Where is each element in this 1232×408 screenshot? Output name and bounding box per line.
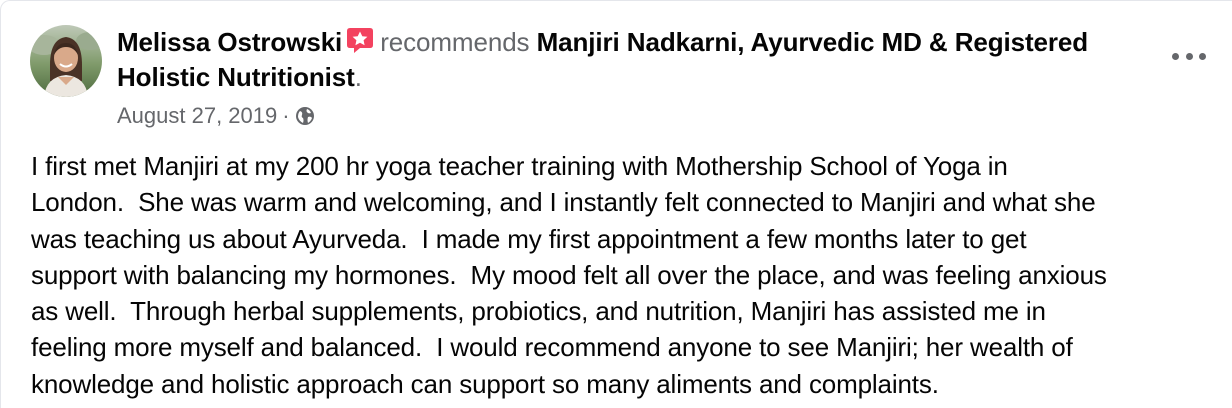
author-avatar[interactable] [30, 25, 102, 97]
action-text: recommends [380, 27, 530, 57]
post-body: I first met Manjiri at my 200 hr yoga te… [31, 151, 1107, 399]
more-dot [1199, 52, 1206, 60]
more-dot [1185, 52, 1193, 60]
recommend-star-icon [346, 26, 374, 54]
post-header: Melissa Ostrowski recommends Manjiri Nad… [117, 25, 1157, 95]
recommendation-post: Melissa Ostrowski recommends Manjiri Nad… [0, 0, 1232, 408]
meta-separator: · [282, 103, 290, 128]
header-period: . [354, 62, 362, 92]
globe-icon[interactable] [295, 106, 315, 126]
more-dot [1172, 52, 1179, 60]
author-name[interactable]: Melissa Ostrowski [117, 27, 342, 57]
post-meta: August 27, 2019 · [117, 102, 315, 130]
post-date[interactable]: August 27, 2019 [117, 102, 277, 130]
avatar-photo [30, 25, 102, 97]
more-options-icon[interactable] [1172, 41, 1206, 71]
